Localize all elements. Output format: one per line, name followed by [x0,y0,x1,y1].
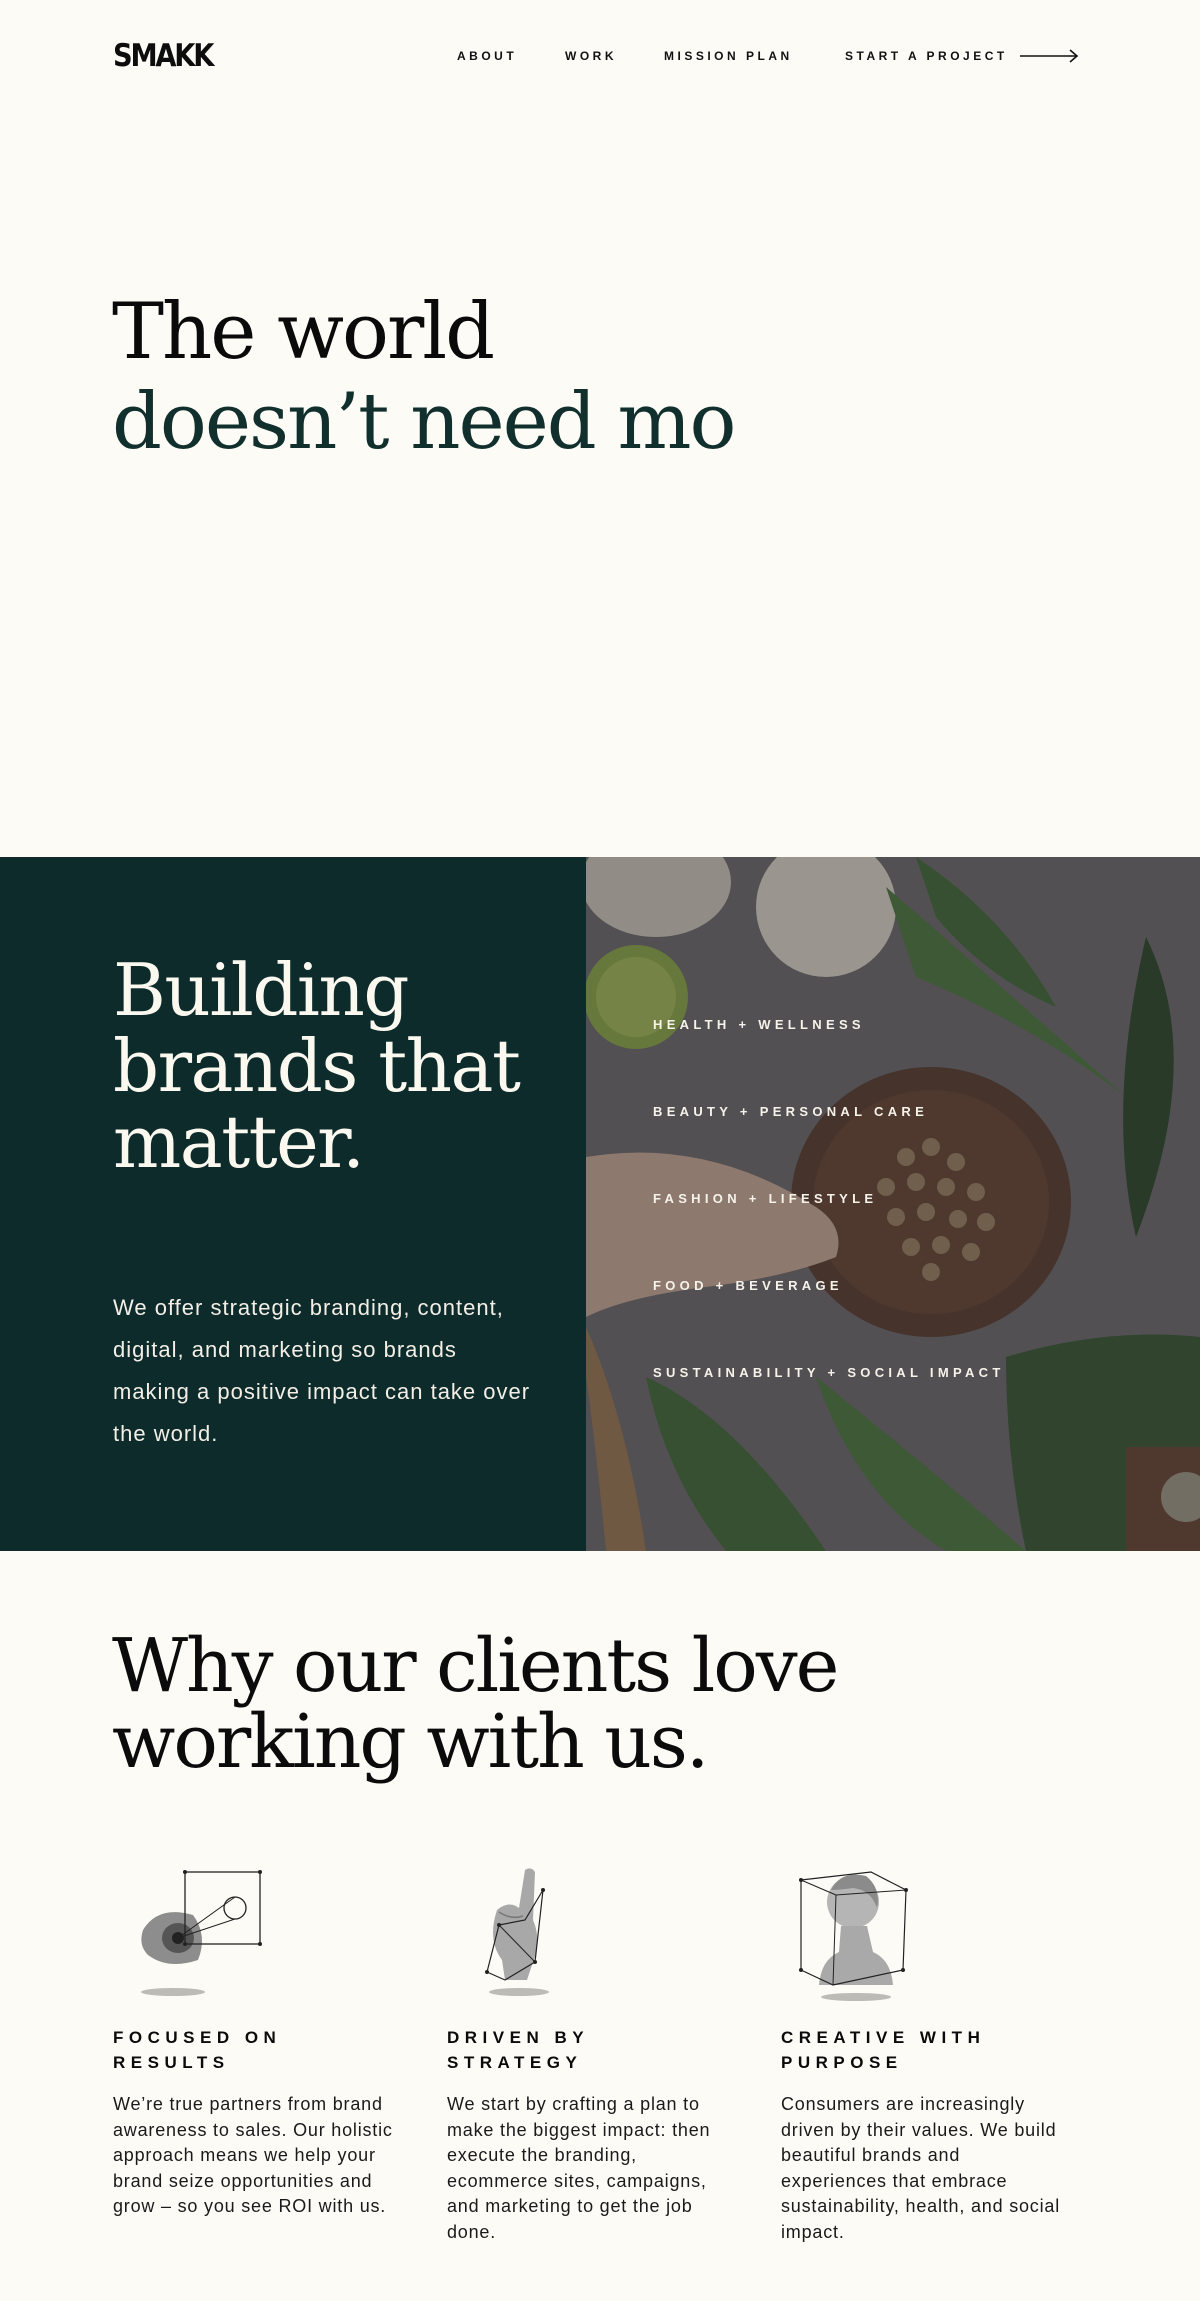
hand-sculpture-icon [485,1868,549,1996]
bust-sculpture-icon [799,1871,908,2001]
nav-start-project[interactable]: START A PROJECT [845,49,1008,63]
nav-work[interactable]: WORK [565,49,617,63]
category-sustainability-social-impact[interactable]: SUSTAINABILITY + SOCIAL IMPACT [653,1365,1005,1380]
site-header: SMAKK ABOUT WORK MISSION PLAN START A PR… [0,0,1200,112]
feature-text-results: We’re true partners from brand awareness… [113,2094,393,2216]
nav-mission-plan[interactable]: MISSION PLAN [664,49,793,63]
nav-about[interactable]: ABOUT [457,49,517,63]
hero-headline-line-2: doesn’t need mo [112,377,736,467]
category-health-wellness[interactable]: HEALTH + WELLNESS [653,1017,865,1032]
why-title: Why our clients love working with us. [112,1623,839,1785]
hero-headline-line-1: The world [112,287,495,377]
brands-description: We offer strategic branding, content, di… [113,1295,531,1446]
category-fashion-lifestyle[interactable]: FASHION + LIFESTYLE [653,1191,877,1206]
feature-title-strategy: DRIVEN BY STRATEGY [447,2028,589,2072]
brands-title: Building brands that matter. [113,948,521,1184]
arrow-right-icon[interactable] [1020,47,1080,65]
feature-text-purpose: Consumers are increasingly driven by the… [781,2094,1061,2242]
feature-title-results: FOCUSED ON RESULTS [113,2028,282,2072]
eye-sculpture-icon [141,1870,262,1996]
logo[interactable]: SMAKK [113,38,214,74]
feature-title-purpose: CREATIVE WITH PURPOSE [781,2028,986,2072]
category-food-beverage[interactable]: FOOD + BEVERAGE [653,1278,843,1293]
brands-panel: Building brands that matter. We offer st… [0,857,586,1551]
feature-text-strategy: We start by crafting a plan to make the … [447,2094,711,2242]
category-beauty-personal-care[interactable]: BEAUTY + PERSONAL CARE [653,1104,928,1119]
